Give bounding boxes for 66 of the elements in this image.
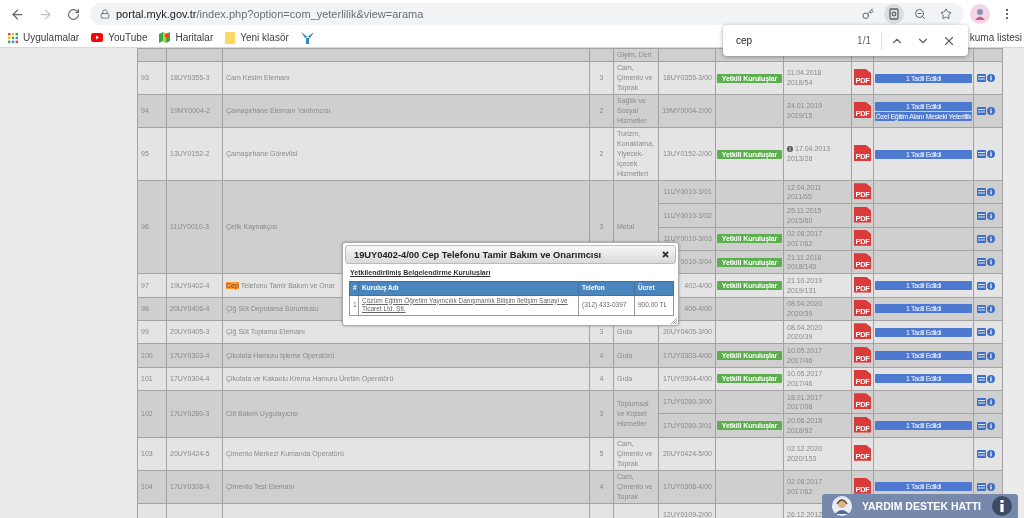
reading-list-button[interactable]: kuma listesi xyxy=(969,32,1024,43)
map-icon xyxy=(159,32,171,43)
star-icon xyxy=(940,8,952,20)
info-icon[interactable] xyxy=(987,188,995,197)
list-icon[interactable] xyxy=(977,398,986,407)
match-count: 1/1 xyxy=(857,31,882,50)
list-icon[interactable] xyxy=(977,150,986,158)
info-icon[interactable] xyxy=(987,304,995,313)
help-line-button[interactable]: YARDIM DESTEK HATTI xyxy=(822,494,1018,518)
info-icon[interactable] xyxy=(987,107,995,115)
bookmark[interactable]: Yeni klasör xyxy=(225,31,289,44)
list-icon[interactable] xyxy=(977,304,986,313)
profile-avatar[interactable] xyxy=(970,4,990,24)
info-icon[interactable] xyxy=(987,258,995,267)
list-icon[interactable] xyxy=(977,281,986,290)
info-icon[interactable] xyxy=(987,449,995,458)
address-bar[interactable]: portal.myk.gov.tr/index.php?option=com_yeterlilik&view=arama xyxy=(90,3,964,25)
info-icon[interactable] xyxy=(987,150,995,158)
info-icon[interactable] xyxy=(987,421,995,430)
forward-arrow-icon xyxy=(37,6,53,22)
bookmark[interactable]: Haritalar xyxy=(159,32,214,43)
folder-icon xyxy=(225,31,236,44)
info-icon[interactable] xyxy=(987,211,995,220)
key-icon xyxy=(862,8,874,20)
lock-icon xyxy=(100,9,110,19)
support-agent-icon xyxy=(832,496,852,516)
zoom-out-icon xyxy=(914,8,926,20)
list-icon[interactable] xyxy=(977,421,986,430)
bookmark[interactable] xyxy=(300,31,314,44)
help-label: YARDIM DESTEK HATTI xyxy=(862,500,982,512)
play-icon xyxy=(91,33,104,42)
list-icon[interactable] xyxy=(977,74,986,82)
info-icon[interactable] xyxy=(987,374,995,383)
reload-icon xyxy=(66,7,80,21)
info-icon xyxy=(992,496,1012,516)
person-icon xyxy=(974,8,986,20)
list-icon[interactable] xyxy=(977,107,986,115)
dialog-title: 19UY0402-4/00 Cep Telefonu Tamir Bakım ve Onarımcısı xyxy=(354,249,602,260)
list-icon[interactable] xyxy=(977,449,986,458)
info-icon[interactable] xyxy=(987,398,995,407)
list-icon[interactable] xyxy=(977,211,986,220)
list-icon[interactable] xyxy=(977,188,986,197)
close-icon[interactable] xyxy=(662,251,669,258)
url-host: portal.myk.gov.tr xyxy=(116,8,197,20)
list-icon[interactable] xyxy=(977,328,986,337)
resize-grip-icon[interactable] xyxy=(671,318,677,324)
list-icon[interactable] xyxy=(977,374,986,383)
info-icon[interactable] xyxy=(987,328,995,337)
bookmark-logo-icon xyxy=(300,31,314,44)
info-icon[interactable] xyxy=(987,234,995,243)
list-icon[interactable] xyxy=(977,482,986,491)
url-path: /index.php?option=com_yeterlilik&view=arama xyxy=(196,8,424,20)
info-icon[interactable] xyxy=(987,351,995,360)
bookmark[interactable]: Uygulamalar xyxy=(8,32,80,43)
find-in-page-button[interactable] xyxy=(884,4,904,24)
info-icon[interactable] xyxy=(987,281,995,290)
apps-grid-icon xyxy=(8,32,18,43)
list-icon[interactable] xyxy=(977,351,986,360)
list-icon[interactable] xyxy=(977,258,986,267)
page-search-icon xyxy=(888,8,900,20)
bookmark[interactable]: YouTube xyxy=(91,32,148,43)
list-icon[interactable] xyxy=(977,234,986,243)
note-icon xyxy=(787,146,793,153)
find-input[interactable]: cep xyxy=(734,34,854,47)
info-icon[interactable] xyxy=(987,74,995,82)
info-icon[interactable] xyxy=(987,482,995,491)
